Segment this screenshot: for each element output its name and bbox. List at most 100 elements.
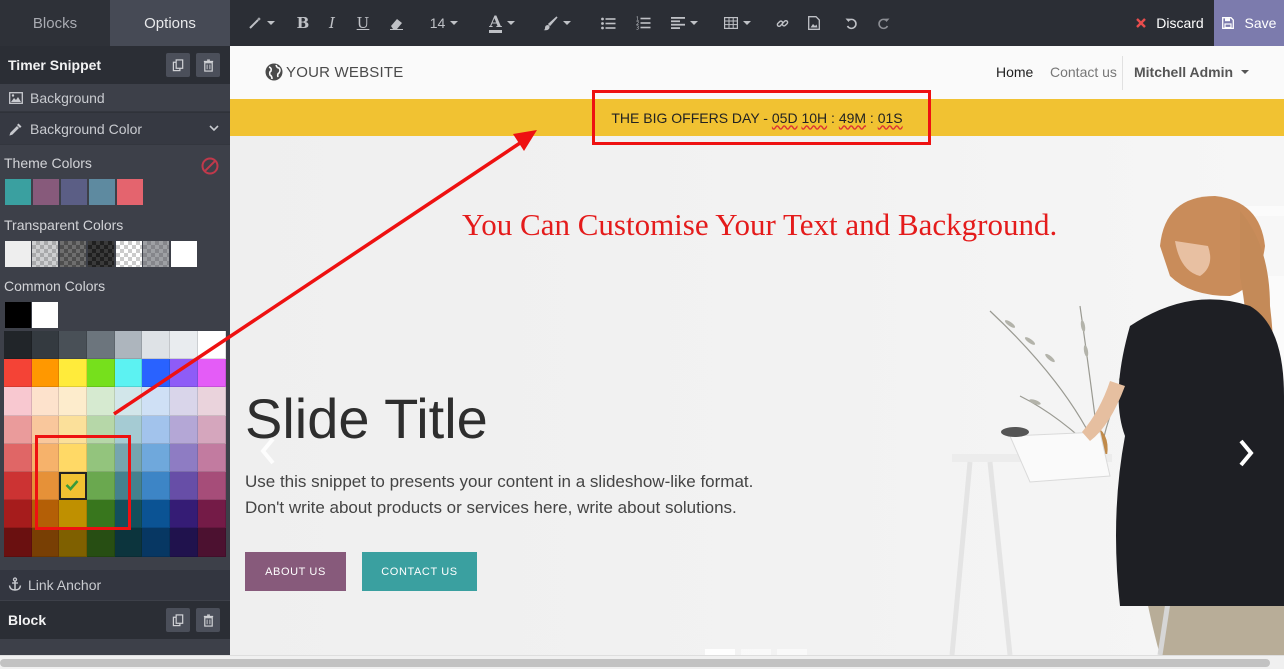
color-grid-swatch[interactable] bbox=[4, 443, 32, 472]
tab-options[interactable]: Options bbox=[110, 0, 230, 46]
color-grid-swatch[interactable] bbox=[142, 500, 171, 529]
color-grid-swatch[interactable] bbox=[87, 387, 115, 416]
tab-blocks[interactable]: Blocks bbox=[0, 0, 110, 46]
transparent-swatch-6[interactable] bbox=[143, 241, 169, 267]
color-grid-swatch[interactable] bbox=[59, 528, 88, 557]
user-menu[interactable]: Mitchell Admin bbox=[1134, 64, 1250, 80]
transparent-swatch-4[interactable] bbox=[88, 241, 114, 267]
table-dropdown[interactable] bbox=[722, 0, 752, 46]
numbered-list-button[interactable]: 123 bbox=[635, 0, 651, 46]
color-grid-swatch[interactable] bbox=[31, 387, 60, 416]
color-grid-swatch[interactable] bbox=[59, 387, 88, 416]
horizontal-scrollbar[interactable] bbox=[0, 655, 1284, 669]
about-us-button[interactable]: ABOUT US bbox=[245, 552, 346, 591]
background-option[interactable]: Background bbox=[0, 84, 230, 112]
transparent-swatch-3[interactable] bbox=[60, 241, 86, 267]
scrollbar-thumb[interactable] bbox=[0, 659, 1270, 667]
color-grid-swatch[interactable] bbox=[142, 528, 171, 557]
carousel-prev-button[interactable] bbox=[260, 436, 276, 471]
color-grid-swatch[interactable] bbox=[197, 500, 226, 529]
clear-format-button[interactable] bbox=[387, 0, 405, 46]
color-grid-swatch[interactable] bbox=[170, 331, 198, 360]
contact-us-button[interactable]: CONTACT US bbox=[362, 552, 477, 591]
site-logo[interactable]: YOUR WEBSITE bbox=[264, 62, 403, 82]
color-grid-swatch[interactable] bbox=[87, 528, 115, 557]
transparent-swatch-1[interactable] bbox=[5, 241, 31, 267]
save-button[interactable]: Save bbox=[1214, 0, 1284, 46]
color-grid-swatch[interactable] bbox=[31, 359, 60, 388]
duplicate-block-button[interactable] bbox=[166, 608, 190, 632]
color-grid-swatch[interactable] bbox=[142, 443, 171, 472]
color-grid-swatch[interactable] bbox=[170, 443, 198, 472]
transparent-swatch-7[interactable] bbox=[171, 241, 197, 267]
color-grid-swatch[interactable] bbox=[114, 359, 143, 388]
color-grid-swatch[interactable] bbox=[59, 359, 88, 388]
color-grid-swatch[interactable] bbox=[142, 387, 171, 416]
color-grid-swatch[interactable] bbox=[197, 443, 226, 472]
color-grid-swatch[interactable] bbox=[142, 471, 171, 501]
common-color-swatch[interactable] bbox=[32, 302, 58, 328]
color-grid-swatch[interactable] bbox=[197, 331, 226, 360]
color-grid-swatch[interactable] bbox=[197, 528, 226, 557]
theme-color-swatch[interactable] bbox=[117, 179, 143, 205]
color-grid-swatch[interactable] bbox=[170, 500, 198, 529]
color-grid-swatch[interactable] bbox=[142, 359, 171, 388]
color-grid-swatch[interactable] bbox=[197, 359, 226, 388]
color-grid-swatch[interactable] bbox=[87, 359, 115, 388]
color-grid-swatch[interactable] bbox=[170, 471, 198, 501]
undo-button[interactable] bbox=[844, 0, 858, 46]
magic-format-button[interactable] bbox=[246, 0, 276, 46]
insert-link-button[interactable] bbox=[775, 0, 789, 46]
nav-home[interactable]: Home bbox=[996, 64, 1033, 80]
bullet-list-button[interactable] bbox=[600, 0, 616, 46]
background-color-dropdown[interactable] bbox=[540, 0, 574, 46]
color-grid-swatch[interactable] bbox=[4, 500, 32, 529]
color-grid-swatch[interactable] bbox=[142, 331, 171, 360]
insert-media-button[interactable] bbox=[807, 0, 821, 46]
duplicate-snippet-button[interactable] bbox=[166, 53, 190, 77]
transparent-swatch-5[interactable] bbox=[116, 241, 142, 267]
nav-contact-us[interactable]: Contact us bbox=[1050, 64, 1117, 80]
italic-button[interactable]: I bbox=[325, 0, 339, 46]
theme-color-swatch[interactable] bbox=[89, 179, 115, 205]
color-grid-swatch[interactable] bbox=[170, 415, 198, 444]
color-grid-swatch[interactable] bbox=[170, 528, 198, 557]
redo-button[interactable] bbox=[876, 0, 890, 46]
color-grid-swatch[interactable] bbox=[142, 415, 171, 444]
color-grid-swatch[interactable] bbox=[4, 387, 32, 416]
color-grid-swatch[interactable] bbox=[4, 415, 32, 444]
color-grid-swatch[interactable] bbox=[4, 331, 32, 360]
reset-color-button[interactable] bbox=[200, 156, 220, 181]
discard-button[interactable]: Discard bbox=[1126, 0, 1214, 46]
underline-button[interactable]: U bbox=[355, 0, 371, 46]
color-grid-swatch[interactable] bbox=[4, 359, 32, 388]
text-color-dropdown[interactable]: A bbox=[482, 0, 522, 46]
theme-color-swatch[interactable] bbox=[61, 179, 87, 205]
link-anchor-option[interactable]: Link Anchor bbox=[0, 570, 230, 600]
common-color-swatch[interactable] bbox=[5, 302, 31, 328]
color-grid-swatch[interactable] bbox=[4, 528, 32, 557]
delete-block-button[interactable] bbox=[196, 608, 220, 632]
color-grid-swatch[interactable] bbox=[87, 331, 115, 360]
color-grid-swatch[interactable] bbox=[114, 331, 143, 360]
color-grid-swatch[interactable] bbox=[197, 471, 226, 501]
theme-color-swatch[interactable] bbox=[33, 179, 59, 205]
color-grid-swatch[interactable] bbox=[31, 331, 60, 360]
font-size-dropdown[interactable]: 14 bbox=[428, 0, 460, 46]
color-grid-swatch[interactable] bbox=[114, 387, 143, 416]
background-color-option[interactable]: Background Color bbox=[0, 112, 230, 145]
color-grid-swatch[interactable] bbox=[114, 528, 143, 557]
color-grid-swatch[interactable] bbox=[4, 471, 32, 501]
color-grid-swatch[interactable] bbox=[197, 415, 226, 444]
color-grid-swatch[interactable] bbox=[170, 387, 198, 416]
color-grid-swatch[interactable] bbox=[59, 331, 88, 360]
carousel-next-button[interactable] bbox=[1238, 438, 1254, 473]
paragraph-align-dropdown[interactable] bbox=[669, 0, 699, 46]
color-grid-swatch[interactable] bbox=[170, 359, 198, 388]
delete-snippet-button[interactable] bbox=[196, 53, 220, 77]
transparent-swatch-2[interactable] bbox=[32, 241, 58, 267]
bold-button[interactable]: B bbox=[294, 0, 312, 46]
theme-color-swatch[interactable] bbox=[5, 179, 31, 205]
color-grid-swatch[interactable] bbox=[31, 528, 60, 557]
color-grid-swatch[interactable] bbox=[197, 387, 226, 416]
